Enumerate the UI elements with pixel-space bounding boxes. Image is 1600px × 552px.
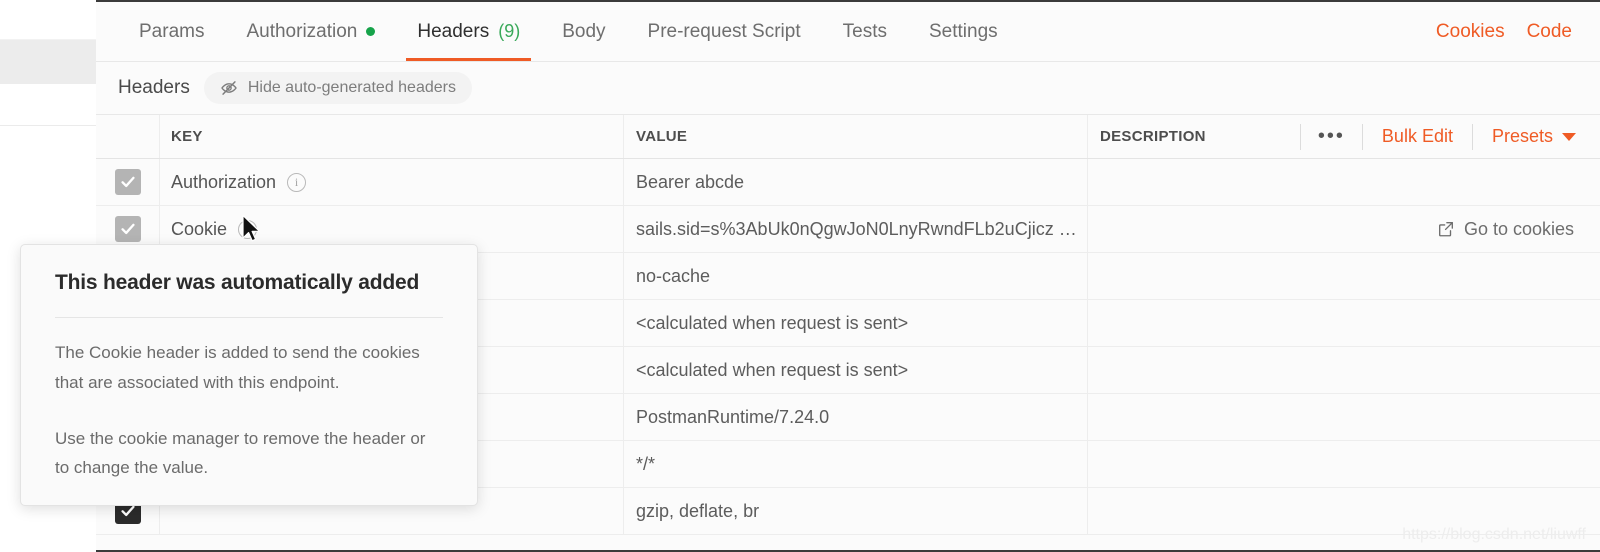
header-key-text: Authorization bbox=[171, 172, 276, 193]
chevron-down-icon bbox=[1562, 133, 1576, 141]
tab-tests[interactable]: Tests bbox=[822, 2, 908, 61]
tab-settings[interactable]: Settings bbox=[908, 2, 1019, 61]
header-value-cell: VALUE bbox=[623, 115, 1087, 158]
column-header-description: DESCRIPTION bbox=[1100, 128, 1206, 145]
row-value-cell[interactable]: <calculated when request is sent> bbox=[623, 347, 1087, 393]
tab-params[interactable]: Params bbox=[118, 2, 225, 61]
tab-body[interactable]: Body bbox=[541, 2, 626, 61]
headers-toolbar: Headers Hide auto-generated headers bbox=[96, 62, 1600, 115]
tooltip-paragraph-2: Use the cookie manager to remove the hea… bbox=[55, 424, 443, 484]
request-tab-bar: Params Authorization Headers (9) Body Pr… bbox=[96, 2, 1600, 62]
sidebar-strip-row-3 bbox=[0, 84, 96, 126]
column-header-value: VALUE bbox=[636, 128, 687, 145]
more-options-button[interactable]: ••• bbox=[1300, 124, 1362, 150]
header-value-text: Bearer abcde bbox=[636, 172, 744, 193]
tab-label: Pre-request Script bbox=[648, 21, 801, 43]
tab-pre-request-script[interactable]: Pre-request Script bbox=[627, 2, 822, 61]
tab-bar-actions: Cookies Code bbox=[1436, 2, 1600, 61]
headers-section-title: Headers bbox=[118, 77, 190, 99]
hide-auto-generated-headers-button[interactable]: Hide auto-generated headers bbox=[204, 72, 472, 104]
row-description-cell[interactable] bbox=[1087, 394, 1600, 440]
go-to-cookies-link[interactable]: Go to cookies bbox=[1437, 219, 1574, 240]
header-value-text: gzip, deflate, br bbox=[636, 501, 759, 522]
tab-authorization[interactable]: Authorization bbox=[225, 2, 396, 61]
watermark: https://blog.csdn.net/liuwff bbox=[1402, 526, 1586, 544]
sidebar-strip-row-1 bbox=[0, 0, 96, 40]
tab-label: Tests bbox=[843, 21, 887, 43]
row-value-cell[interactable]: */* bbox=[623, 441, 1087, 487]
row-checkbox-cell bbox=[96, 159, 159, 205]
header-value-text: */* bbox=[636, 454, 655, 475]
tab-label: Settings bbox=[929, 21, 998, 43]
row-value-cell[interactable]: no-cache bbox=[623, 253, 1087, 299]
table-row[interactable]: Authorization i Bearer abcde bbox=[96, 159, 1600, 206]
header-description-cell: DESCRIPTION ••• Bulk Edit Presets bbox=[1087, 115, 1600, 158]
tab-headers-count: (9) bbox=[498, 21, 520, 42]
tooltip-divider bbox=[55, 317, 443, 318]
external-link-icon bbox=[1437, 220, 1455, 238]
hide-auto-generated-headers-label: Hide auto-generated headers bbox=[248, 79, 456, 97]
info-icon[interactable]: i bbox=[287, 173, 306, 192]
auto-generated-header-tooltip: This header was automatically added The … bbox=[20, 244, 478, 506]
row-key-cell[interactable]: Authorization i bbox=[159, 159, 623, 205]
go-to-cookies-label: Go to cookies bbox=[1464, 219, 1574, 240]
header-checkbox-cell bbox=[96, 115, 159, 158]
header-value-text: sails.sid=s%3AbUk0nQgwJoN0LnyRwndFLb2uCj… bbox=[636, 219, 1077, 240]
row-value-cell[interactable]: gzip, deflate, br bbox=[623, 488, 1087, 534]
tab-label: Authorization bbox=[246, 21, 357, 43]
header-key-cell: KEY bbox=[159, 115, 623, 158]
bulk-edit-button[interactable]: Bulk Edit bbox=[1362, 124, 1472, 150]
row-description-cell[interactable] bbox=[1087, 300, 1600, 346]
tab-headers[interactable]: Headers (9) bbox=[396, 2, 541, 61]
tab-label: Headers bbox=[417, 21, 489, 43]
row-value-cell[interactable]: <calculated when request is sent> bbox=[623, 300, 1087, 346]
auth-status-dot-icon bbox=[366, 27, 375, 36]
sidebar-strip-row-selected[interactable] bbox=[0, 40, 96, 84]
eye-slash-icon bbox=[220, 79, 238, 97]
cookies-link[interactable]: Cookies bbox=[1436, 21, 1505, 43]
tab-label: Body bbox=[562, 21, 605, 43]
table-header-actions: ••• Bulk Edit Presets bbox=[1300, 115, 1600, 158]
presets-label: Presets bbox=[1492, 126, 1553, 147]
tooltip-paragraph-1: The Cookie header is added to send the c… bbox=[55, 338, 443, 398]
row-checkbox[interactable] bbox=[115, 169, 141, 195]
column-header-key: KEY bbox=[171, 128, 203, 145]
presets-button[interactable]: Presets bbox=[1472, 124, 1600, 150]
row-value-cell[interactable]: PostmanRuntime/7.24.0 bbox=[623, 394, 1087, 440]
row-checkbox[interactable] bbox=[115, 216, 141, 242]
row-value-cell[interactable]: sails.sid=s%3AbUk0nQgwJoN0LnyRwndFLb2uCj… bbox=[623, 206, 1087, 252]
row-description-cell[interactable] bbox=[1087, 347, 1600, 393]
header-value-text: PostmanRuntime/7.24.0 bbox=[636, 407, 829, 428]
header-value-text: no-cache bbox=[636, 266, 710, 287]
row-description-cell[interactable] bbox=[1087, 159, 1600, 205]
row-value-cell[interactable]: Bearer abcde bbox=[623, 159, 1087, 205]
header-value-text: <calculated when request is sent> bbox=[636, 313, 908, 334]
code-link[interactable]: Code bbox=[1527, 21, 1572, 43]
postman-request-editor: Params Authorization Headers (9) Body Pr… bbox=[0, 0, 1600, 552]
header-value-text: <calculated when request is sent> bbox=[636, 360, 908, 381]
row-description-cell[interactable]: Go to cookies bbox=[1087, 206, 1600, 252]
tooltip-title: This header was automatically added bbox=[55, 271, 443, 295]
row-description-cell[interactable] bbox=[1087, 441, 1600, 487]
header-key-text: Cookie bbox=[171, 219, 227, 240]
row-description-cell[interactable] bbox=[1087, 253, 1600, 299]
table-header-row: KEY VALUE DESCRIPTION ••• Bulk Edit Pres… bbox=[96, 115, 1600, 159]
info-icon[interactable]: i bbox=[238, 220, 257, 239]
tab-label: Params bbox=[139, 21, 204, 43]
